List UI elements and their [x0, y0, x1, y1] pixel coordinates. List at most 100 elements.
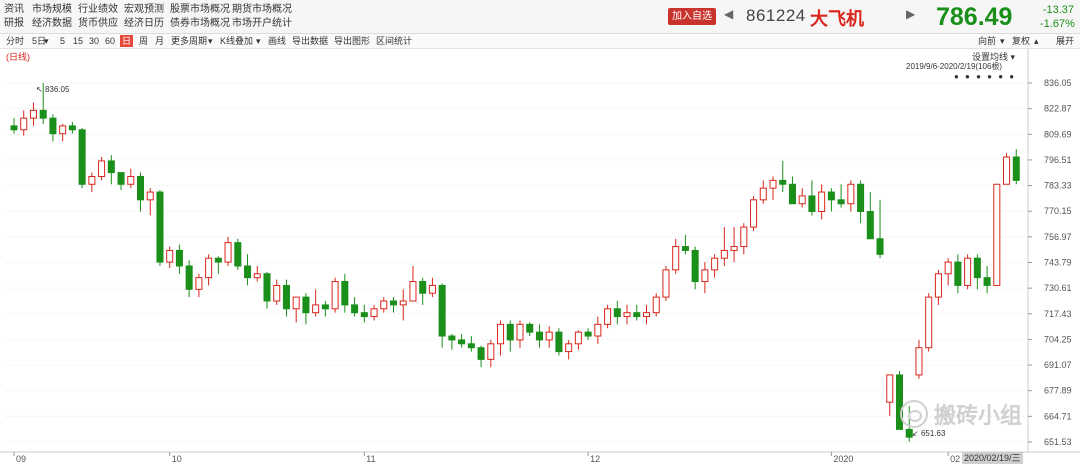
candle: [253, 265, 261, 282]
candle: [136, 172, 145, 212]
nav-link[interactable]: 股票市场概况: [170, 3, 230, 17]
candle: [545, 326, 553, 348]
candle-body: [944, 261, 952, 275]
candle: [302, 293, 310, 325]
candle-body: [934, 273, 942, 298]
candle-body: [506, 323, 514, 341]
candle-body: [623, 312, 631, 318]
candle-body: [351, 304, 359, 314]
candle-body: [292, 296, 300, 310]
candle-body: [837, 199, 845, 205]
chevron-down-icon[interactable]: ▾: [208, 35, 213, 47]
candle-body: [467, 343, 475, 349]
draw-line-button[interactable]: 画线: [268, 35, 286, 47]
candle-body: [633, 312, 641, 318]
candle: [623, 304, 631, 325]
price-tick-label: 704.25: [1044, 334, 1072, 344]
candle: [360, 304, 368, 323]
candle-body: [341, 281, 349, 306]
stock-code: 861224: [746, 6, 806, 25]
candle-body: [20, 117, 28, 131]
candle-body: [779, 179, 787, 185]
candle: [740, 223, 748, 255]
nav-link[interactable]: 行业绩效: [78, 3, 118, 17]
tab-60min[interactable]: 60: [105, 35, 115, 47]
candle: [915, 339, 923, 379]
candle: [604, 304, 612, 329]
candle-body: [214, 257, 222, 263]
candle-body: [302, 296, 310, 314]
nav-link[interactable]: 货币供应: [78, 17, 118, 31]
export-chart-button[interactable]: 导出图形: [334, 35, 370, 47]
candle-body: [672, 246, 680, 271]
chevron-down-icon[interactable]: ▾: [256, 35, 261, 47]
nav-link[interactable]: 经济日历: [124, 17, 164, 31]
adjust-button[interactable]: 复权: [1012, 35, 1030, 47]
candle: [788, 176, 796, 205]
price-tick-label: 651.53: [1044, 437, 1072, 447]
candle: [487, 339, 495, 368]
stock-name: 大飞机: [810, 9, 864, 29]
tab-intraday[interactable]: 分时: [6, 35, 24, 47]
more-periods-dropdown[interactable]: 更多周期: [171, 35, 207, 47]
tab-daily[interactable]: 日: [120, 35, 134, 47]
candle: [925, 293, 933, 352]
wechat-icon: [900, 400, 928, 428]
chevron-down-icon[interactable]: ▾: [1000, 35, 1005, 47]
overlay-kline-dropdown[interactable]: K线叠加: [220, 35, 253, 47]
month-label: 2020: [833, 454, 853, 464]
tab-15min[interactable]: 15: [73, 35, 83, 47]
expand-button[interactable]: 展开: [1056, 35, 1074, 47]
candle: [341, 273, 349, 313]
candle: [730, 227, 738, 263]
top-header: 资讯 研报 市场规模 经济数据 行业绩效 货币供应 宏观预测 经济日历 股票市场…: [0, 0, 1080, 34]
next-stock-icon[interactable]: ▶: [906, 7, 915, 21]
candle-body: [136, 175, 145, 201]
candle: [720, 227, 728, 266]
candle-body: [107, 160, 115, 174]
candle-body: [399, 300, 407, 306]
nav-link[interactable]: 资讯: [4, 3, 24, 17]
candle: [49, 114, 57, 142]
candle-body: [487, 343, 495, 360]
candle-body: [866, 211, 874, 240]
nav-link[interactable]: 市场开户统计: [232, 17, 292, 31]
tab-weekly[interactable]: 周: [139, 35, 148, 47]
candle: [779, 160, 787, 193]
candle: [195, 273, 203, 298]
candle-body: [993, 183, 1001, 286]
candle-body: [886, 374, 894, 403]
export-data-button[interactable]: 导出数据: [292, 35, 328, 47]
candle: [613, 301, 621, 325]
add-to-watchlist-button[interactable]: 加入自选: [668, 8, 716, 25]
tab-30min[interactable]: 30: [89, 35, 99, 47]
nav-link[interactable]: 债券市场概况: [170, 17, 230, 31]
price-tick-label: 664.71: [1044, 411, 1072, 421]
candle: [574, 330, 582, 350]
candle: [827, 188, 835, 212]
tab-5min[interactable]: 5: [60, 35, 65, 47]
nav-link[interactable]: 市场规模: [32, 3, 72, 17]
candle-body: [720, 249, 728, 259]
candle-body: [185, 265, 193, 290]
chevron-up-icon[interactable]: ▴: [1034, 35, 1039, 47]
nav-link[interactable]: 期货市场概况: [232, 3, 292, 17]
nav-link[interactable]: 宏观预测: [124, 3, 164, 17]
tab-monthly[interactable]: 月: [155, 35, 164, 47]
candle: [409, 265, 417, 302]
candle: [934, 269, 942, 305]
price-change-block: -13.37 -1.67%: [1040, 3, 1075, 31]
nav-link[interactable]: 经济数据: [32, 17, 72, 31]
range-stats-button[interactable]: 区间统计: [376, 35, 412, 47]
candle-body: [419, 281, 427, 294]
nav-link[interactable]: 研报: [4, 17, 24, 31]
candle-body: [78, 129, 86, 185]
price-tick-label: 756.97: [1044, 232, 1072, 242]
prev-stock-icon[interactable]: ◀: [724, 7, 733, 21]
forward-adjust-button[interactable]: 向前: [978, 35, 996, 47]
candle-body: [321, 304, 329, 310]
chevron-down-icon[interactable]: ▾: [44, 35, 49, 47]
candle: [837, 184, 845, 208]
candle: [175, 244, 183, 274]
candle: [156, 190, 164, 266]
